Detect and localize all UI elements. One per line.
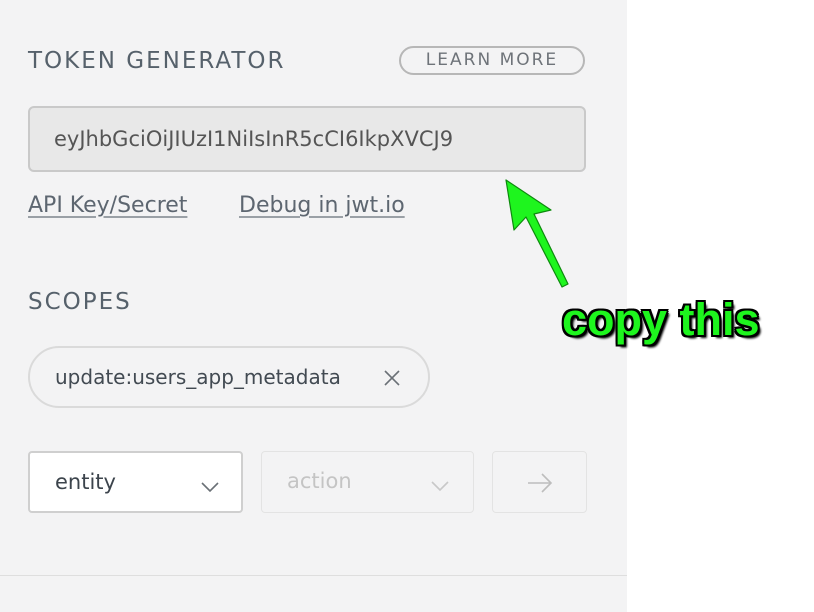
- chevron-down-icon: [201, 478, 219, 493]
- arrow-pointer-icon: [496, 172, 576, 290]
- action-select-placeholder: action: [287, 469, 352, 493]
- learn-more-button[interactable]: LEARN MORE: [399, 46, 585, 75]
- token-generator-title: TOKEN GENERATOR: [28, 48, 286, 74]
- scope-chip-label: update:users_app_metadata: [55, 365, 341, 389]
- panel-divider: [0, 575, 627, 576]
- close-icon[interactable]: [382, 368, 402, 388]
- debug-jwt-link[interactable]: Debug in jwt.io: [239, 193, 405, 218]
- scope-chip: update:users_app_metadata: [28, 346, 430, 408]
- api-key-secret-link[interactable]: API Key/Secret: [28, 193, 187, 218]
- arrow-right-icon: [527, 472, 553, 494]
- entity-select[interactable]: entity: [28, 451, 243, 513]
- chevron-down-icon: [431, 477, 449, 492]
- annotation-copy-this: copy this: [562, 294, 760, 345]
- token-field[interactable]: [28, 106, 586, 172]
- entity-select-value: entity: [55, 470, 116, 494]
- add-scope-button[interactable]: [492, 451, 587, 513]
- settings-panel: TOKEN GENERATOR LEARN MORE API Key/Secre…: [0, 0, 627, 612]
- scopes-title: SCOPES: [28, 289, 132, 315]
- action-select[interactable]: action: [261, 451, 474, 513]
